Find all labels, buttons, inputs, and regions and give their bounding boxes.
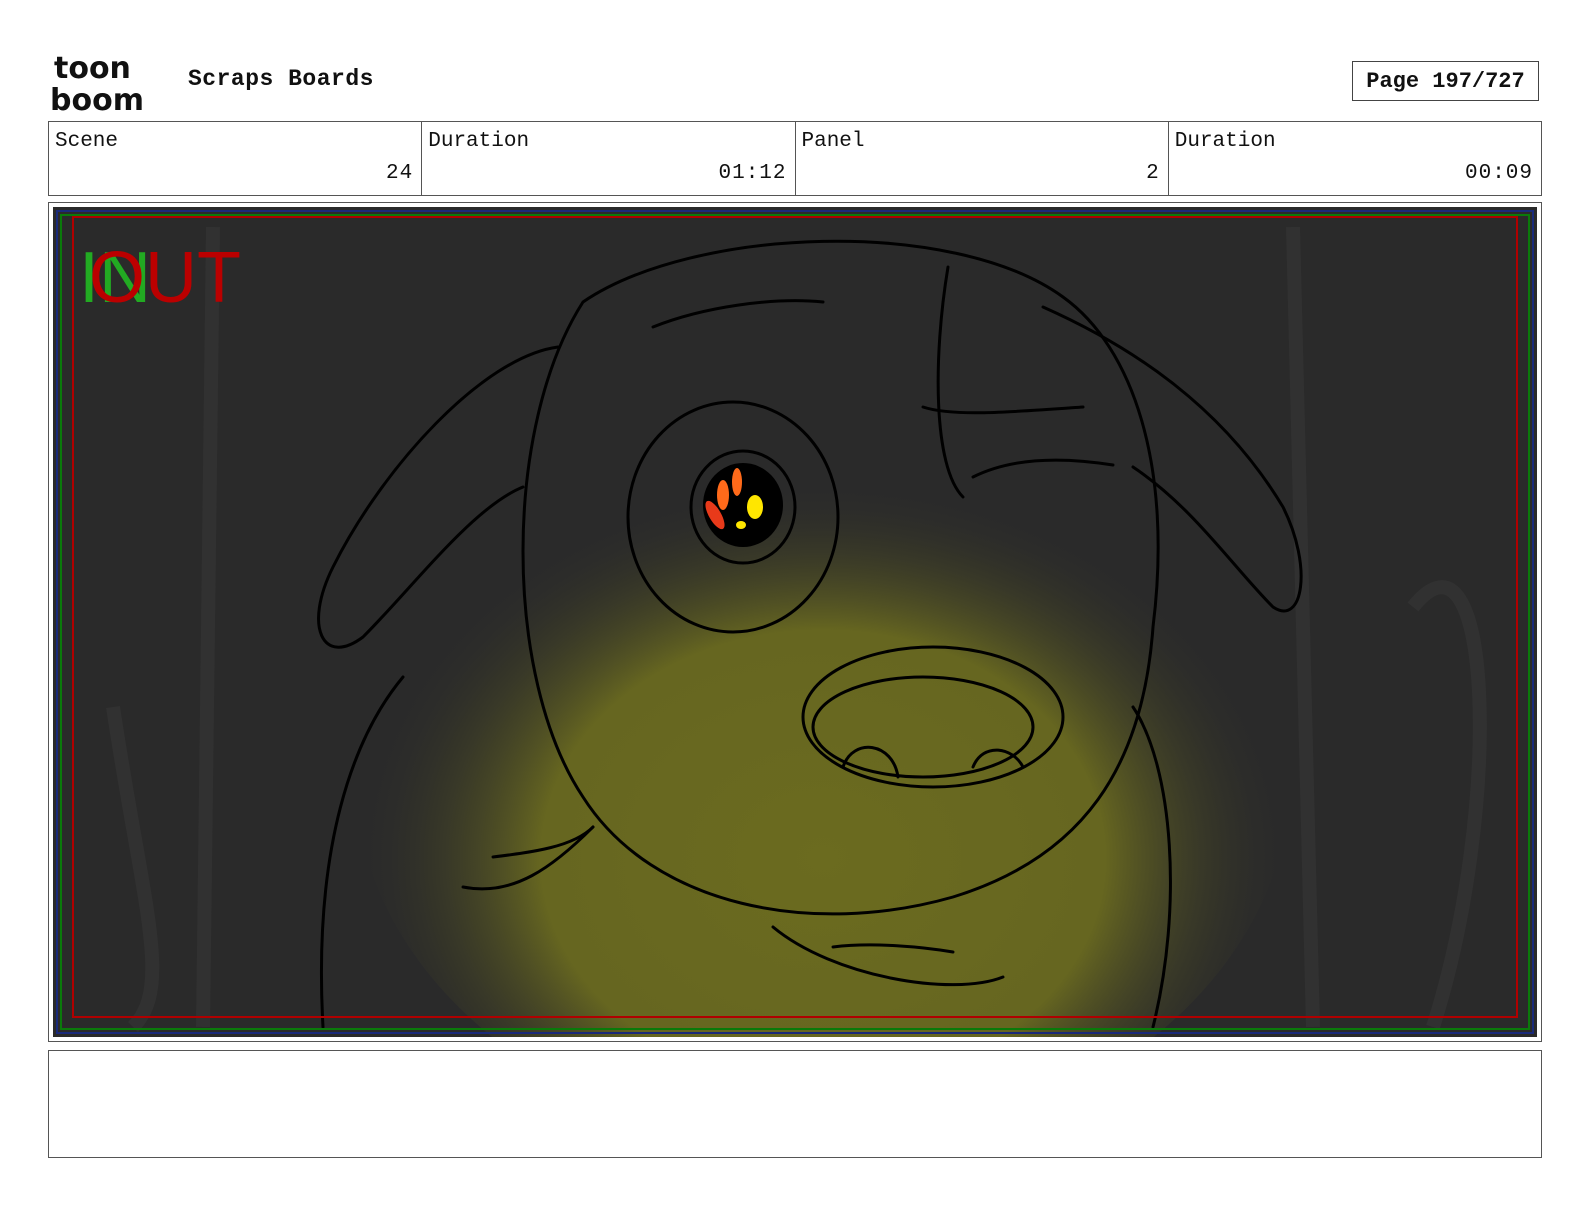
scene-info-table: Scene 24 Duration 01:12 Panel 2 Duration… — [48, 121, 1542, 196]
logo-text-top: toon — [54, 51, 131, 86]
project-title: Scraps Boards — [188, 66, 374, 92]
toonboom-logo: toon boom — [50, 51, 144, 112]
panel-duration-cell: Duration 00:09 — [1169, 122, 1541, 195]
storyboard-panel: IN OUT — [48, 202, 1542, 1042]
scene-duration-label: Duration — [428, 130, 530, 153]
panel-artwork: IN OUT — [53, 207, 1537, 1037]
scene-duration-value: 01:12 — [718, 162, 787, 185]
out-marker: OUT — [89, 238, 241, 318]
scene-value: 24 — [386, 162, 414, 185]
panel-duration-value: 00:09 — [1464, 162, 1533, 185]
logo-text-bottom: boom — [50, 83, 144, 112]
panel-duration-label: Duration — [1174, 130, 1276, 153]
scene-cell: Scene 24 — [49, 122, 423, 195]
panel-cell: Panel 2 — [796, 122, 1169, 195]
panel-label: Panel — [801, 130, 865, 153]
panel-notes — [48, 1050, 1542, 1158]
scene-label: Scene — [55, 130, 119, 153]
panel-value: 2 — [1146, 162, 1160, 185]
scene-duration-cell: Duration 01:12 — [422, 122, 796, 195]
page-number: Page 197/727 — [1352, 61, 1539, 101]
